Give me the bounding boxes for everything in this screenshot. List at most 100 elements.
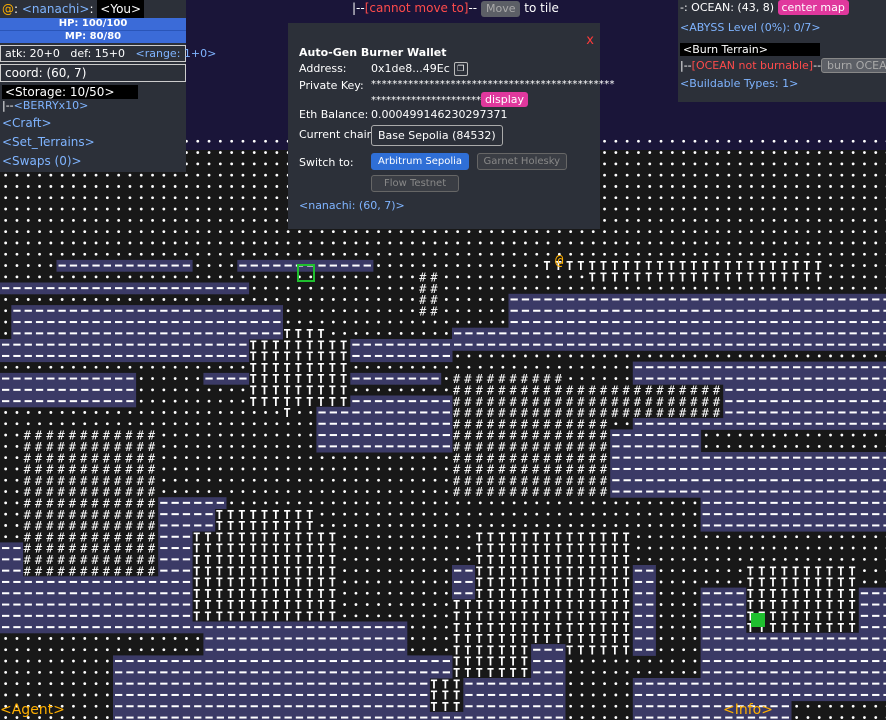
svg-text:#: # [453, 485, 461, 499]
svg-text:T: T [769, 621, 776, 635]
svg-text:T: T [306, 395, 313, 409]
svg-text:#: # [487, 485, 495, 499]
svg-text:T: T [634, 271, 641, 285]
svg-text:T: T [577, 259, 584, 273]
svg-text:T: T [803, 621, 810, 635]
move-prefix: |-- [352, 1, 365, 15]
address-value: 0x1de8...49Ec [371, 62, 450, 75]
svg-text:#: # [125, 564, 133, 578]
private-key-label: Private Key: [299, 79, 364, 92]
svg-text:T: T [713, 271, 720, 285]
burn-prefix: |-- [680, 59, 692, 72]
switch-label: Switch to: [299, 156, 354, 169]
svg-text:T: T [668, 271, 675, 285]
svg-text:#: # [543, 485, 551, 499]
svg-text:T: T [623, 643, 630, 657]
swaps-link[interactable]: <Swaps (0)> [0, 154, 186, 168]
svg-text:T: T [340, 395, 347, 409]
svg-text:T: T [204, 610, 211, 624]
svg-text:#: # [702, 406, 710, 420]
craft-link[interactable]: <Craft> [0, 116, 186, 130]
svg-text:T: T [487, 666, 494, 680]
wallet-title: Auto-Gen Burner Wallet [299, 46, 447, 59]
svg-text:#: # [690, 406, 698, 420]
svg-text:T: T [724, 271, 731, 285]
svg-text:T: T [611, 271, 618, 285]
svg-text:T: T [690, 271, 697, 285]
berry-item[interactable]: <BERRYx10> [14, 99, 89, 112]
svg-text:T: T [600, 271, 607, 285]
player-symbol: @ [2, 2, 14, 16]
svg-text:T: T [736, 271, 743, 285]
svg-text:T: T [589, 271, 596, 285]
ocean-tile-label: -: OCEAN: (43, 8) [680, 1, 774, 14]
switch-arbitrum-sepolia[interactable]: Arbitrum Sepolia [371, 153, 470, 170]
move-sep: -- [468, 1, 478, 15]
copy-icon[interactable]: ❐ [453, 62, 468, 76]
switch-garnet-holesky[interactable]: Garnet Holesky [476, 153, 568, 170]
you-tag: <You> [97, 0, 145, 18]
svg-text:T: T [193, 610, 200, 624]
svg-text:T: T [769, 271, 776, 285]
svg-text:T: T [261, 395, 268, 409]
player-panel: @: <nanachi>: <You> HP: 100/100 MP: 80/8… [0, 0, 216, 172]
svg-text:#: # [679, 406, 687, 420]
agent-link[interactable]: <Agent> [0, 702, 65, 718]
current-chain-button[interactable]: Base Sepolia (84532) [371, 125, 503, 146]
svg-text:#: # [668, 406, 676, 420]
svg-text:#: # [137, 564, 145, 578]
def-stat: def: 15+0 [70, 47, 125, 60]
storage-toggle[interactable]: <Storage: 10/50> [2, 85, 138, 99]
svg-text:T: T [611, 643, 618, 657]
svg-text:T: T [815, 621, 822, 635]
set-terrains-link[interactable]: <Set_Terrains> [0, 135, 186, 149]
svg-text:#: # [532, 485, 540, 499]
svg-text:T: T [792, 271, 799, 285]
svg-text:T: T [329, 610, 336, 624]
info-link[interactable]: <Info> [723, 702, 773, 718]
burn-ocean-button[interactable]: burn OCEAN [821, 58, 886, 73]
svg-text:T: T [498, 666, 505, 680]
hovered-tile [751, 613, 765, 627]
svg-text:#: # [80, 564, 88, 578]
abyss-level[interactable]: <ABYSS Level (0%): 0/7> [678, 21, 886, 34]
buildable-types[interactable]: <Buildable Types: 1> [678, 77, 886, 90]
svg-text:T: T [329, 395, 336, 409]
move-suffix: to tile [524, 1, 559, 15]
svg-text:T: T [317, 395, 324, 409]
svg-text:#: # [600, 485, 608, 499]
svg-text:T: T [645, 271, 652, 285]
switch-flow-testnet[interactable]: Flow Testnet [371, 175, 460, 192]
svg-text:T: T [284, 610, 291, 624]
svg-text:T: T [803, 271, 810, 285]
svg-text:#: # [464, 485, 472, 499]
svg-text:#: # [69, 564, 77, 578]
svg-text:#: # [713, 406, 721, 420]
move-button[interactable]: Move [480, 1, 521, 17]
svg-text:#: # [91, 564, 99, 578]
close-icon[interactable]: x [586, 33, 594, 48]
svg-text:#: # [24, 564, 32, 578]
player-name[interactable]: <nanachi> [22, 2, 90, 16]
move-status: [cannot move to] [364, 1, 469, 15]
svg-text:T: T [295, 395, 302, 409]
svg-text:T: T [238, 610, 245, 624]
player-marker: @ [555, 253, 564, 269]
svg-text:T: T [555, 632, 562, 646]
svg-text:T: T [566, 259, 573, 273]
range-stat[interactable]: <range: 1+0> [136, 47, 217, 60]
display-button[interactable]: display [481, 92, 529, 107]
svg-text:T: T [227, 610, 234, 624]
mp-bar: MP: 80/80 [0, 30, 186, 43]
svg-text:T: T [295, 610, 302, 624]
svg-text:T: T [623, 271, 630, 285]
wallet-footer-name[interactable]: <nanachi: (60, 7)> [299, 199, 405, 212]
svg-text:T: T [656, 271, 663, 285]
center-map-button[interactable]: center map [777, 0, 849, 15]
atk-stat: atk: 20+0 [5, 47, 60, 60]
private-key-line1: ****************************************… [371, 79, 615, 90]
balance-value: 0.000499146230297371 [371, 108, 508, 121]
svg-text:T: T [589, 643, 596, 657]
burn-terrain-toggle[interactable]: <Burn Terrain> [680, 43, 820, 56]
svg-text:#: # [589, 485, 597, 499]
